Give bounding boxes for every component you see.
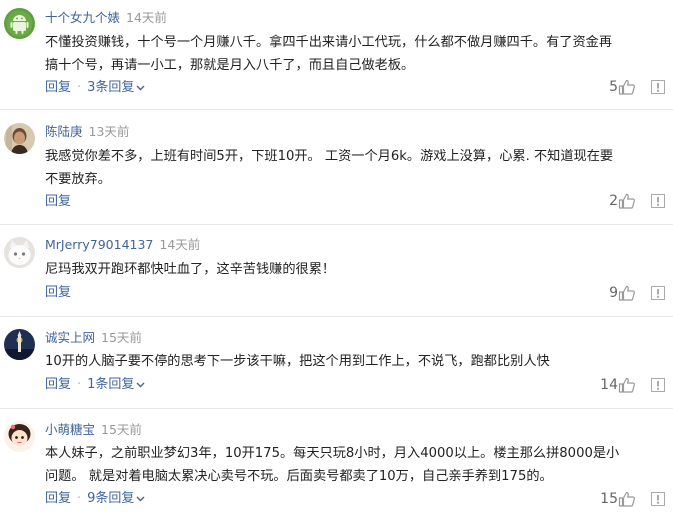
chevron-down-icon — [136, 496, 145, 501]
replies-count-label: 9条回复 — [87, 491, 135, 506]
comment-time: 14天前 — [159, 237, 201, 252]
night-tower-avatar[interactable] — [4, 329, 35, 360]
thumbs-up-icon[interactable] — [618, 284, 636, 302]
cartoon-girl-avatar[interactable] — [4, 421, 35, 452]
username-link[interactable]: 十个女九个婊 — [45, 10, 120, 25]
comment-text: 我感觉你差不多，上班有时间5开，下班10开。 工资一个月6k。游戏上没算，心累.… — [45, 149, 614, 187]
username-link[interactable]: MrJerry79014137 — [45, 237, 153, 252]
android-robot-avatar[interactable] — [4, 8, 35, 39]
view-replies-button[interactable]: 9条回复 — [87, 491, 145, 506]
comment-time: 15天前 — [101, 330, 142, 345]
comment-item: 陈陆庚 13天前 我感觉你差不多，上班有时间5开，下班10开。 工资一个月6k。游… — [0, 110, 673, 225]
portrait-avatar[interactable] — [4, 123, 35, 154]
reply-button[interactable]: 回复 — [45, 377, 71, 392]
like-count: 5 — [609, 79, 618, 95]
comment-time: 15天前 — [101, 422, 142, 437]
comment-item: MrJerry79014137 14天前 尼玛我双开跑环都快吐血了，这辛苦钱赚的很… — [0, 225, 673, 317]
separator: · — [77, 80, 82, 95]
separator: · — [77, 491, 82, 506]
thumbs-up-icon[interactable] — [618, 192, 636, 210]
thumbs-up-icon[interactable] — [618, 78, 636, 96]
comment-time: 13天前 — [88, 124, 130, 139]
like-count: 9 — [609, 285, 618, 301]
report-icon[interactable] — [651, 378, 665, 392]
reply-button[interactable]: 回复 — [45, 80, 71, 95]
thumbs-up-icon[interactable] — [618, 490, 636, 508]
reply-button[interactable]: 回复 — [45, 491, 71, 506]
thumbs-up-icon[interactable] — [618, 376, 636, 394]
username-link[interactable]: 小萌糖宝 — [45, 422, 95, 437]
comment-text: 不懂投资赚钱，十个号一个月赚八千。拿四千出来请小工代玩，什么都不做月赚四千。有了… — [45, 35, 613, 73]
comment-text: 尼玛我双开跑环都快吐血了，这辛苦钱赚的很累！ — [45, 262, 336, 277]
replies-count-label: 3条回复 — [87, 80, 135, 95]
white-cat-avatar[interactable] — [4, 237, 35, 268]
report-icon[interactable] — [651, 492, 665, 506]
comment-text: 本人妹子，之前职业梦幻3年，10开175。每天只玩8小时，月入4000以上。楼主… — [45, 446, 620, 484]
replies-count-label: 1条回复 — [87, 377, 135, 392]
like-count: 14 — [600, 377, 618, 393]
comment-text: 10开的人脑子要不停的思考下一步该干嘛，把这个用到工作上，不说飞，跑都比别人快 — [45, 354, 550, 369]
like-count: 2 — [609, 193, 618, 209]
report-icon[interactable] — [651, 286, 665, 300]
comment-time: 14天前 — [126, 10, 167, 25]
chevron-down-icon — [136, 382, 145, 387]
username-link[interactable]: 诚实上网 — [45, 330, 95, 345]
separator: · — [77, 377, 82, 392]
report-icon[interactable] — [651, 194, 665, 208]
comment-item: 诚实上网 15天前 10开的人脑子要不停的思考下一步该干嘛，把这个用到工作上，不说… — [0, 317, 673, 409]
reply-button[interactable]: 回复 — [45, 194, 71, 209]
report-icon[interactable] — [651, 80, 665, 94]
username-link[interactable]: 陈陆庚 — [45, 124, 83, 139]
comment-item: 小萌糖宝 15天前 本人妹子，之前职业梦幻3年，10开175。每天只玩8小时，月入… — [0, 409, 673, 515]
reply-button[interactable]: 回复 — [45, 285, 71, 300]
comment-item: 十个女九个婊 14天前 不懂投资赚钱，十个号一个月赚八千。拿四千出来请小工代玩，什… — [0, 0, 673, 110]
chevron-down-icon — [136, 85, 145, 90]
like-count: 15 — [600, 491, 618, 507]
view-replies-button[interactable]: 3条回复 — [87, 80, 145, 95]
view-replies-button[interactable]: 1条回复 — [87, 377, 145, 392]
